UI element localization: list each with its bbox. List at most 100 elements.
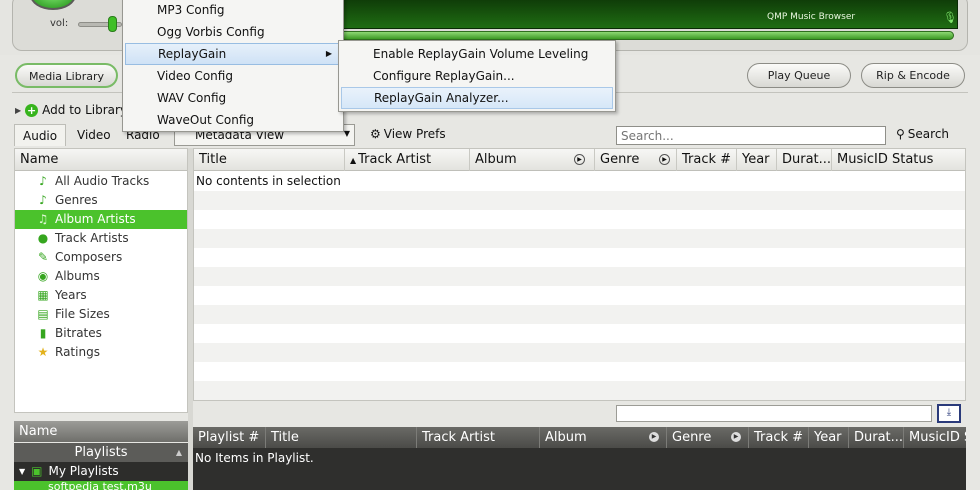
column-label: Year <box>742 152 770 167</box>
playlist-grid-header: Playlist # Title Track Artist Album ▶ Gen… <box>193 427 966 448</box>
track-list: Title ▲ Track Artist Album ▶ Genre ▶ Track … <box>193 148 966 401</box>
disc-icon: ◉ <box>37 269 49 283</box>
menu-item-configure-replaygain[interactable]: Configure ReplayGain... <box>341 65 613 87</box>
nav-item-bitrates[interactable]: ▮ Bitrates <box>15 324 187 343</box>
music-note-icon: ♪ <box>39 193 47 207</box>
playlist-filter-button[interactable]: ⤓ <box>937 404 961 423</box>
star-icon: ★ <box>37 345 49 359</box>
menu-item-enable-replaygain[interactable]: Enable ReplayGain Volume Leveling <box>341 43 613 65</box>
track-list-header: Title ▲ Track Artist Album ▶ Genre ▶ Track … <box>194 149 965 171</box>
nav-item-track-artists[interactable]: ● Track Artists <box>15 229 187 248</box>
media-library-button[interactable]: Media Library <box>15 63 118 88</box>
column-album[interactable]: Album ▶ <box>539 427 664 448</box>
nav-item-file-sizes[interactable]: ▤ File Sizes <box>15 305 187 324</box>
add-to-library-button[interactable]: ▶ + Add to Library <box>15 101 127 119</box>
music-note-icon: ♪ <box>39 174 47 188</box>
column-title[interactable]: Title <box>194 149 344 171</box>
seek-bar[interactable] <box>336 31 954 40</box>
volume-label: vol: <box>50 18 69 29</box>
column-duration[interactable]: Durat... <box>776 149 831 171</box>
nav-item-label: Composers <box>55 250 123 264</box>
column-playlist-number[interactable]: Playlist # <box>193 427 265 448</box>
menu-item-wav-config[interactable]: WAV Config <box>125 87 341 109</box>
collapse-up-icon[interactable]: ▲ <box>176 443 182 462</box>
column-track-artist[interactable]: Track Artist <box>416 427 539 448</box>
rip-encode-button[interactable]: Rip & Encode <box>861 63 965 88</box>
view-prefs-button[interactable]: ⚙ View Prefs <box>370 127 446 141</box>
column-year[interactable]: Year <box>808 427 848 448</box>
search-icon: ⚲ <box>896 127 905 141</box>
calendar-icon: ▦ <box>37 288 49 302</box>
menu-item-replaygain[interactable]: ReplayGain ▶ <box>125 43 341 65</box>
column-label: Durat... <box>782 152 831 167</box>
name-column-header[interactable]: Name <box>15 149 187 171</box>
replaygain-submenu: Enable ReplayGain Volume Leveling Config… <box>338 40 616 112</box>
table-row <box>194 362 965 381</box>
bitrate-bars-icon: ▮ <box>39 326 47 340</box>
nav-item-label: Years <box>55 288 87 302</box>
table-row <box>194 305 965 324</box>
column-dropdown-icon[interactable]: ▶ <box>731 432 741 442</box>
column-label: Track Artist <box>358 152 432 167</box>
table-row <box>194 248 965 267</box>
column-genre[interactable]: Genre ▶ <box>594 149 674 171</box>
playlist-name-header[interactable]: Name <box>14 421 188 442</box>
playlists-section-title[interactable]: Playlists ▲ <box>14 443 188 462</box>
nav-item-years[interactable]: ▦ Years <box>15 286 187 305</box>
column-label: Track # <box>754 430 804 445</box>
column-title[interactable]: Title <box>265 427 416 448</box>
search-button-label: Search <box>907 127 950 141</box>
nav-item-label: Bitrates <box>55 326 102 340</box>
library-nav-list: ♪ All Audio Tracks ♪ Genres ♫ Album Artists… <box>15 172 187 362</box>
nav-item-albums[interactable]: ◉ Albums <box>15 267 187 286</box>
column-label: Genre <box>672 430 712 445</box>
lcd-display: QMP Music Browser 🎙 <box>336 0 958 29</box>
menu-item-replaygain-analyzer[interactable]: ReplayGain Analyzer... <box>341 87 613 109</box>
menu-item-label: ReplayGain <box>158 47 227 61</box>
column-musicid-status[interactable]: MusicID S <box>903 427 966 448</box>
column-label: Track # <box>682 152 732 167</box>
table-row <box>194 267 965 286</box>
microphone-icon[interactable]: 🎙 <box>943 11 957 24</box>
nav-item-album-artists[interactable]: ♫ Album Artists <box>15 210 187 229</box>
play-queue-button[interactable]: Play Queue <box>747 63 851 88</box>
chevron-down-icon: ▼ <box>343 129 350 138</box>
add-icon: + <box>25 103 39 117</box>
composer-icon: ✎ <box>37 250 49 264</box>
nav-item-genres[interactable]: ♪ Genres <box>15 191 187 210</box>
playlist-filter-input[interactable] <box>616 405 932 422</box>
column-track-number[interactable]: Track # <box>676 149 736 171</box>
nav-item-composers[interactable]: ✎ Composers <box>15 248 187 267</box>
column-track-artist[interactable]: ▲ Track Artist <box>344 149 469 171</box>
nav-item-all-audio-tracks[interactable]: ♪ All Audio Tracks <box>15 172 187 191</box>
menu-item-waveout-config[interactable]: WaveOut Config <box>125 109 341 131</box>
column-dropdown-icon[interactable]: ▶ <box>649 432 659 442</box>
column-label: MusicID Status <box>837 152 934 167</box>
nav-item-ratings[interactable]: ★ Ratings <box>15 343 187 362</box>
view-prefs-label: View Prefs <box>383 127 446 141</box>
column-label: MusicID S <box>909 430 966 445</box>
track-list-rows: No contents in selection <box>194 172 965 400</box>
menu-item-video-config[interactable]: Video Config <box>125 65 341 87</box>
search-button[interactable]: ⚲ Search <box>896 127 949 141</box>
column-dropdown-icon[interactable]: ▶ <box>574 154 585 165</box>
search-input[interactable] <box>616 126 886 145</box>
column-album[interactable]: Album ▶ <box>469 149 589 171</box>
column-genre[interactable]: Genre ▶ <box>666 427 746 448</box>
playlist-item[interactable]: softpedia test.m3u <box>14 481 188 490</box>
tab-video[interactable]: Video <box>69 124 119 146</box>
column-musicid-status[interactable]: MusicID Status <box>831 149 965 171</box>
expand-down-icon: ▼ <box>19 467 26 476</box>
column-label: Album <box>545 430 587 445</box>
column-dropdown-icon[interactable]: ▶ <box>659 154 670 165</box>
column-duration[interactable]: Durat... <box>848 427 903 448</box>
volume-slider-thumb[interactable] <box>108 16 117 32</box>
column-track-number[interactable]: Track # <box>748 427 808 448</box>
library-nav-panel: Name ♪ All Audio Tracks ♪ Genres ♫ Album Ar… <box>14 148 188 413</box>
menu-item-mp3-config[interactable]: MP3 Config <box>125 0 341 21</box>
tab-audio[interactable]: Audio <box>14 124 67 146</box>
gear-icon: ⚙ <box>370 127 381 141</box>
column-year[interactable]: Year <box>736 149 776 171</box>
menu-item-ogg-vorbis-config[interactable]: Ogg Vorbis Config <box>125 21 341 43</box>
my-playlists-item[interactable]: ▼ ▣ My Playlists <box>14 462 188 481</box>
